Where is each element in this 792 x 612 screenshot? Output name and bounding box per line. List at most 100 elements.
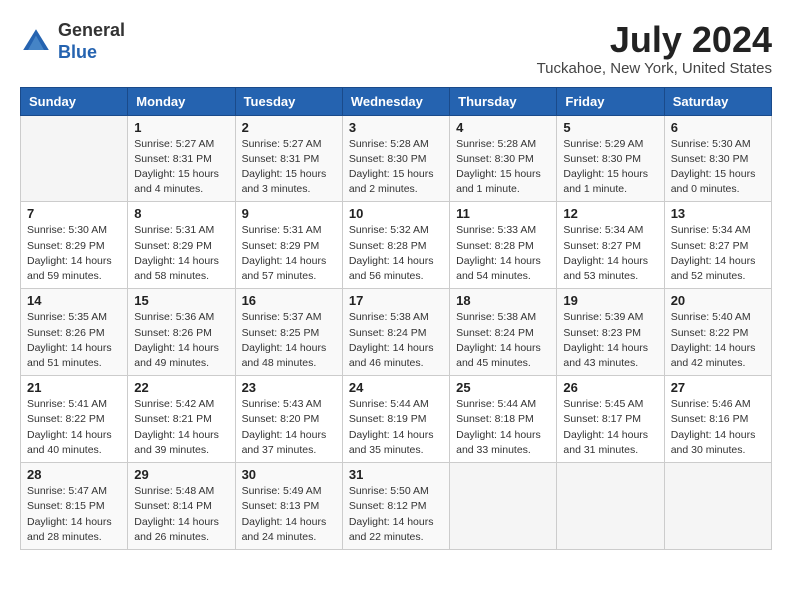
day-info: Sunrise: 5:34 AM Sunset: 8:27 PM Dayligh… — [671, 223, 765, 284]
calendar-cell: 3Sunrise: 5:28 AM Sunset: 8:30 PM Daylig… — [342, 115, 449, 202]
calendar-cell — [557, 463, 664, 550]
day-info: Sunrise: 5:32 AM Sunset: 8:28 PM Dayligh… — [349, 223, 443, 284]
calendar-cell: 19 Sunrise: 5:39 AM Sunset: 8:23 PM Dayli… — [557, 289, 664, 376]
day-info: Sunrise: 5:39 AM Sunset: 8:23 PM Dayligh… — [563, 310, 657, 371]
day-info: Sunrise: 5:33 AM Sunset: 8:28 PM Dayligh… — [456, 223, 550, 284]
calendar-cell: 24 Sunrise: 5:44 AM Sunset: 8:19 PM Dayli… — [342, 376, 449, 463]
day-info: Sunrise: 5:30 AM Sunset: 8:30 PM Dayligh… — [671, 137, 765, 198]
calendar-cell: 5 Sunrise: 5:29 AM Sunset: 8:30 PM Daylig… — [557, 115, 664, 202]
weekday-header: Saturday — [664, 87, 771, 115]
day-info: Sunrise: 5:36 AM Sunset: 8:26 PM Dayligh… — [134, 310, 228, 371]
calendar-cell: 10 Sunrise: 5:32 AM Sunset: 8:28 PM Dayli… — [342, 202, 449, 289]
calendar-cell: 28 Sunrise: 5:47 AM Sunset: 8:15 PM Dayli… — [21, 463, 128, 550]
day-number: 8 — [134, 206, 228, 221]
day-number: 31 — [349, 467, 443, 482]
weekday-header: Friday — [557, 87, 664, 115]
calendar-cell — [664, 463, 771, 550]
day-info: Sunrise: 5:37 AM Sunset: 8:25 PM Dayligh… — [242, 310, 336, 371]
day-number: 14 — [27, 293, 121, 308]
day-info: Sunrise: 5:31 AM Sunset: 8:29 PM Dayligh… — [242, 223, 336, 284]
weekday-header: Tuesday — [235, 87, 342, 115]
day-number: 10 — [349, 206, 443, 221]
day-number: 25 — [456, 380, 550, 395]
day-info: Sunrise: 5:40 AM Sunset: 8:22 PM Dayligh… — [671, 310, 765, 371]
day-info: Sunrise: 5:31 AM Sunset: 8:29 PM Dayligh… — [134, 223, 228, 284]
calendar-week-row: 1 Sunrise: 5:27 AM Sunset: 8:31 PM Daylig… — [21, 115, 772, 202]
month-title: July 2024 — [537, 20, 772, 60]
day-info: Sunrise: 5:28 AM Sunset: 8:30 PM Dayligh… — [456, 137, 550, 198]
calendar-cell: 21 Sunrise: 5:41 AM Sunset: 8:22 PM Dayli… — [21, 376, 128, 463]
calendar-body: 1 Sunrise: 5:27 AM Sunset: 8:31 PM Daylig… — [21, 115, 772, 549]
calendar-cell: 31 Sunrise: 5:50 AM Sunset: 8:12 PM Dayli… — [342, 463, 449, 550]
calendar-week-row: 7 Sunrise: 5:30 AM Sunset: 8:29 PM Daylig… — [21, 202, 772, 289]
title-area: July 2024 Tuckahoe, New York, United Sta… — [537, 20, 772, 77]
calendar-cell: 16Sunrise: 5:37 AM Sunset: 8:25 PM Dayli… — [235, 289, 342, 376]
day-number: 21 — [27, 380, 121, 395]
day-number: 4 — [456, 120, 550, 135]
header: General Blue July 2024 Tuckahoe, New Yor… — [20, 20, 772, 77]
day-info: Sunrise: 5:34 AM Sunset: 8:27 PM Dayligh… — [563, 223, 657, 284]
day-number: 9 — [242, 206, 336, 221]
day-number: 22 — [134, 380, 228, 395]
calendar-cell — [450, 463, 557, 550]
calendar-table: SundayMondayTuesdayWednesdayThursdayFrid… — [20, 87, 772, 550]
day-info: Sunrise: 5:50 AM Sunset: 8:12 PM Dayligh… — [349, 484, 443, 545]
day-info: Sunrise: 5:29 AM Sunset: 8:30 PM Dayligh… — [563, 137, 657, 198]
day-number: 28 — [27, 467, 121, 482]
weekday-header: Sunday — [21, 87, 128, 115]
calendar-cell: 22 Sunrise: 5:42 AM Sunset: 8:21 PM Dayli… — [128, 376, 235, 463]
day-info: Sunrise: 5:44 AM Sunset: 8:19 PM Dayligh… — [349, 397, 443, 458]
day-info: Sunrise: 5:45 AM Sunset: 8:17 PM Dayligh… — [563, 397, 657, 458]
calendar-cell: 13Sunrise: 5:34 AM Sunset: 8:27 PM Dayli… — [664, 202, 771, 289]
day-info: Sunrise: 5:43 AM Sunset: 8:20 PM Dayligh… — [242, 397, 336, 458]
day-number: 15 — [134, 293, 228, 308]
calendar-cell: 12Sunrise: 5:34 AM Sunset: 8:27 PM Dayli… — [557, 202, 664, 289]
day-number: 24 — [349, 380, 443, 395]
logo-blue-text: Blue — [58, 42, 125, 64]
calendar-cell: 26Sunrise: 5:45 AM Sunset: 8:17 PM Dayli… — [557, 376, 664, 463]
day-info: Sunrise: 5:47 AM Sunset: 8:15 PM Dayligh… — [27, 484, 121, 545]
logo: General Blue — [20, 20, 125, 63]
calendar-cell: 18Sunrise: 5:38 AM Sunset: 8:24 PM Dayli… — [450, 289, 557, 376]
day-number: 19 — [563, 293, 657, 308]
calendar-cell: 2Sunrise: 5:27 AM Sunset: 8:31 PM Daylig… — [235, 115, 342, 202]
weekday-header: Monday — [128, 87, 235, 115]
day-info: Sunrise: 5:38 AM Sunset: 8:24 PM Dayligh… — [349, 310, 443, 371]
calendar-cell: 6Sunrise: 5:30 AM Sunset: 8:30 PM Daylig… — [664, 115, 771, 202]
calendar-header: SundayMondayTuesdayWednesdayThursdayFrid… — [21, 87, 772, 115]
calendar-cell: 11 Sunrise: 5:33 AM Sunset: 8:28 PM Dayli… — [450, 202, 557, 289]
location-title: Tuckahoe, New York, United States — [537, 60, 772, 77]
weekday-row: SundayMondayTuesdayWednesdayThursdayFrid… — [21, 87, 772, 115]
day-number: 23 — [242, 380, 336, 395]
day-info: Sunrise: 5:41 AM Sunset: 8:22 PM Dayligh… — [27, 397, 121, 458]
day-info: Sunrise: 5:48 AM Sunset: 8:14 PM Dayligh… — [134, 484, 228, 545]
day-number: 7 — [27, 206, 121, 221]
calendar-cell: 30 Sunrise: 5:49 AM Sunset: 8:13 PM Dayli… — [235, 463, 342, 550]
calendar-cell: 9 Sunrise: 5:31 AM Sunset: 8:29 PM Daylig… — [235, 202, 342, 289]
day-number: 17 — [349, 293, 443, 308]
logo-general-text: General — [58, 20, 125, 42]
calendar-cell — [21, 115, 128, 202]
day-number: 27 — [671, 380, 765, 395]
calendar-cell: 7 Sunrise: 5:30 AM Sunset: 8:29 PM Daylig… — [21, 202, 128, 289]
calendar-cell: 20Sunrise: 5:40 AM Sunset: 8:22 PM Dayli… — [664, 289, 771, 376]
day-info: Sunrise: 5:42 AM Sunset: 8:21 PM Dayligh… — [134, 397, 228, 458]
day-number: 5 — [563, 120, 657, 135]
day-info: Sunrise: 5:35 AM Sunset: 8:26 PM Dayligh… — [27, 310, 121, 371]
calendar-cell: 8 Sunrise: 5:31 AM Sunset: 8:29 PM Daylig… — [128, 202, 235, 289]
day-info: Sunrise: 5:27 AM Sunset: 8:31 PM Dayligh… — [134, 137, 228, 198]
day-number: 11 — [456, 206, 550, 221]
day-number: 30 — [242, 467, 336, 482]
day-number: 29 — [134, 467, 228, 482]
day-number: 1 — [134, 120, 228, 135]
calendar-cell: 1 Sunrise: 5:27 AM Sunset: 8:31 PM Daylig… — [128, 115, 235, 202]
calendar-week-row: 28 Sunrise: 5:47 AM Sunset: 8:15 PM Dayli… — [21, 463, 772, 550]
calendar-cell: 17 Sunrise: 5:38 AM Sunset: 8:24 PM Dayli… — [342, 289, 449, 376]
calendar-cell: 29 Sunrise: 5:48 AM Sunset: 8:14 PM Dayli… — [128, 463, 235, 550]
calendar-cell: 25Sunrise: 5:44 AM Sunset: 8:18 PM Dayli… — [450, 376, 557, 463]
weekday-header: Thursday — [450, 87, 557, 115]
day-number: 3 — [349, 120, 443, 135]
day-info: Sunrise: 5:49 AM Sunset: 8:13 PM Dayligh… — [242, 484, 336, 545]
day-info: Sunrise: 5:30 AM Sunset: 8:29 PM Dayligh… — [27, 223, 121, 284]
calendar-week-row: 21 Sunrise: 5:41 AM Sunset: 8:22 PM Dayli… — [21, 376, 772, 463]
